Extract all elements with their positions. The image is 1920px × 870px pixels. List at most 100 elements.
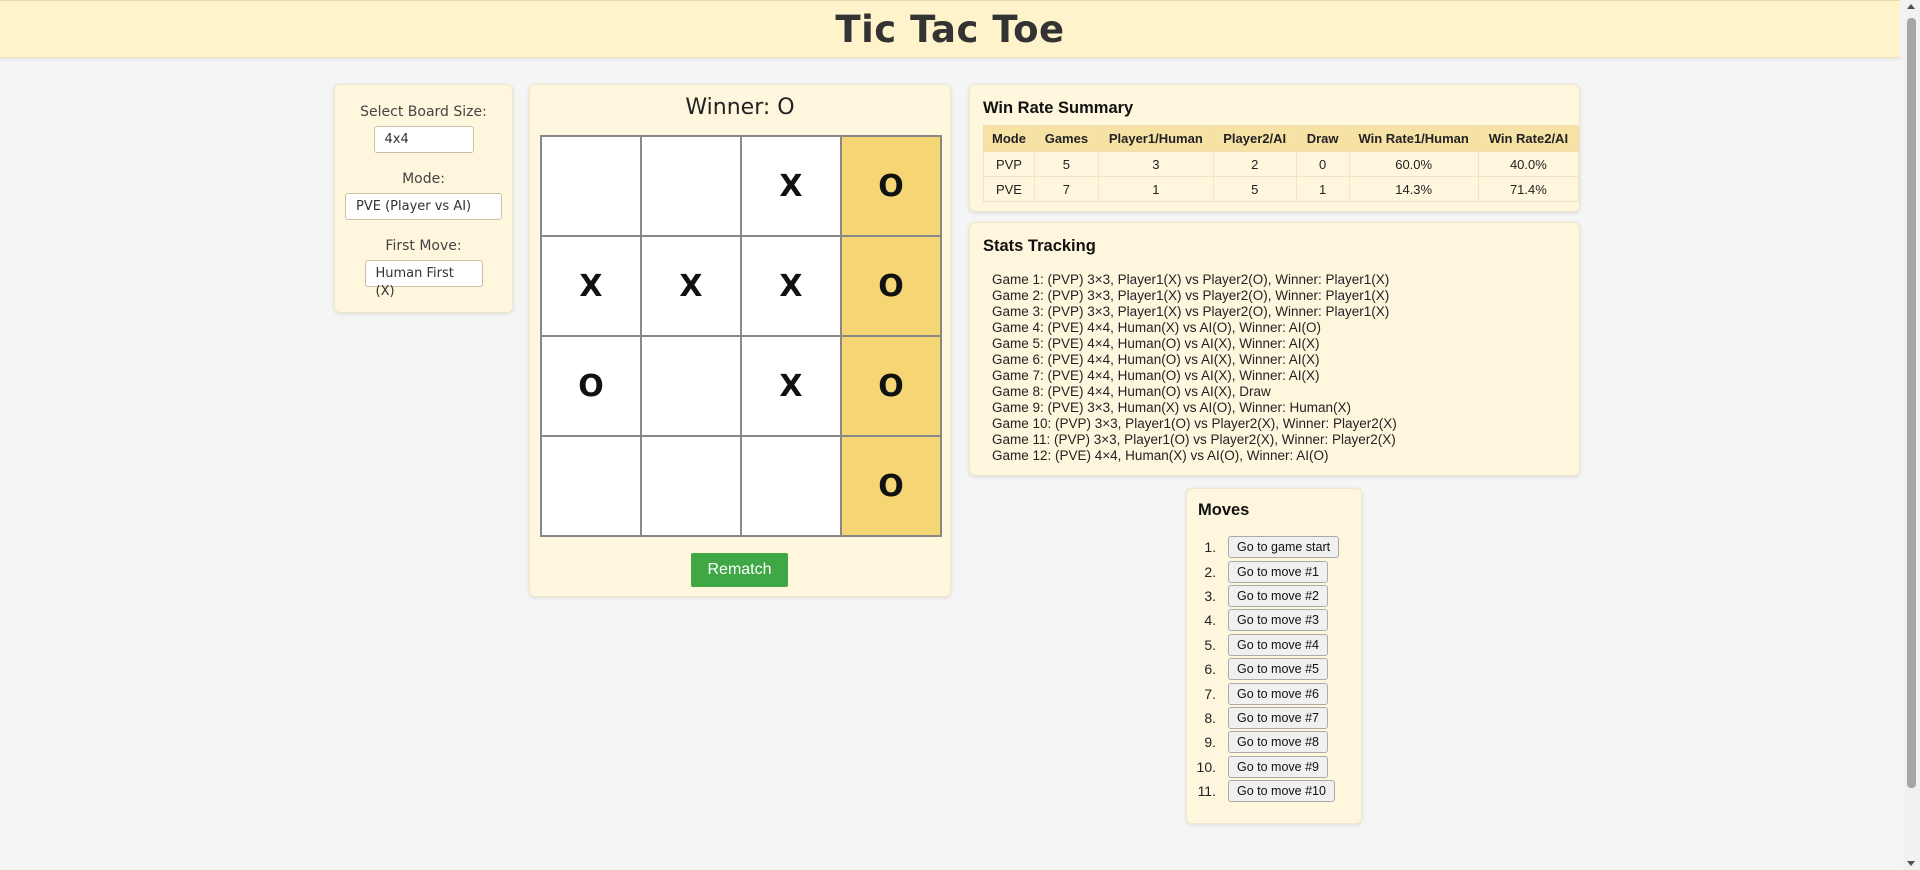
scroll-up-arrow-icon[interactable] [1907,4,1915,9]
moves-title: Moves [1198,501,1250,519]
board-cell[interactable]: O [841,336,941,436]
first-move-label: First Move: [385,238,462,254]
go-to-move-button[interactable]: Go to move #5 [1228,658,1328,681]
board-cell[interactable] [541,436,641,536]
move-item: 10. Go to move #9 [1187,755,1361,779]
list-item: Game 6: (PVE) 4×4, Human(O) vs AI(X), Wi… [992,352,1320,367]
move-item: 6. Go to move #5 [1187,657,1361,681]
move-number: 11. [1197,783,1216,800]
board-size-select[interactable]: 4x4 [373,126,474,153]
board-cell[interactable] [641,436,741,536]
move-number: 10. [1196,758,1216,775]
scrollbar-thumb[interactable] [1907,18,1916,788]
board-cell[interactable]: O [841,136,941,236]
move-number: 8. [1204,709,1216,726]
move-number: 2. [1204,563,1216,580]
board-size-label: Select Board Size: [360,104,487,120]
board-cell[interactable] [741,436,841,536]
board-panel: Winner: O XOXXXOOXOO Rematch [529,84,951,597]
move-number: 6. [1204,661,1216,678]
list-item: Game 7: (PVE) 4×4, Human(O) vs AI(X), Wi… [992,368,1320,383]
list-item: Game 12: (PVE) 4×4, Human(X) vs AI(O), W… [992,448,1329,463]
win-rate-title: Win Rate Summary [983,99,1134,117]
board-cell[interactable]: X [641,236,741,336]
move-item: 11. Go to move #10 [1187,779,1361,803]
board-cell[interactable]: X [741,236,841,336]
move-item: 2. Go to move #1 [1187,559,1361,583]
table-cell: PVE [983,176,1035,202]
list-item: Game 8: (PVE) 4×4, Human(O) vs AI(X), Dr… [992,384,1271,399]
table-header-cell: Win Rate1/Human [1348,125,1479,152]
win-rate-panel: Win Rate Summary Mode Games Player1/Human P… [969,84,1580,212]
move-number: 5. [1204,636,1216,653]
list-item: Game 11: (PVP) 3×3, Player1(O) vs Player… [992,432,1396,447]
table-row: PVP 5 3 2 0 60.0% 40.0% [983,151,1580,177]
list-item: Game 2: (PVP) 3×3, Player1(X) vs Player2… [992,288,1390,303]
table-cell: 2 [1212,151,1297,177]
table-cell: 14.3% [1348,176,1479,202]
go-to-move-button[interactable]: Go to move #4 [1228,633,1328,656]
table-header-cell: Player1/Human [1097,125,1214,152]
move-number: 4. [1204,612,1216,629]
go-to-move-button[interactable]: Go to move #6 [1228,682,1328,705]
move-item: 3. Go to move #2 [1187,584,1361,608]
page-title: Tic Tac Toe [835,7,1065,51]
move-item: 9. Go to move #8 [1187,730,1361,754]
table-cell: 1 [1295,176,1350,202]
winner-status: Winner: O [685,95,795,120]
go-to-move-button[interactable]: Go to move #3 [1228,609,1328,632]
stats-panel: Stats Tracking Game 1: (PVP) 3×3, Player… [969,222,1580,476]
go-to-move-button[interactable]: Go to move #9 [1228,755,1328,778]
table-header-cell: Mode [983,125,1035,152]
move-number: 3. [1204,587,1216,604]
go-to-move-button[interactable]: Go to game start [1228,536,1340,559]
list-item: Game 4: (PVE) 4×4, Human(X) vs AI(O), Wi… [992,320,1321,335]
board-cell[interactable]: O [841,236,941,336]
move-item: 8. Go to move #7 [1187,706,1361,730]
first-move-select[interactable]: Human First (X) [364,260,483,299]
stats-list: Game 1: (PVP) 3×3, Player1(X) vs Player2… [992,272,1397,464]
table-cell: 7 [1033,176,1099,202]
table-header-cell: Win Rate2/AI [1477,125,1580,152]
list-item: Game 9: (PVE) 3×3, Human(X) vs AI(O), Wi… [992,400,1351,415]
page-header: Tic Tac Toe [0,0,1900,58]
list-item: Game 3: (PVP) 3×3, Player1(X) vs Player2… [992,304,1390,319]
move-number: 1. [1204,539,1216,556]
mode-label: Mode: [402,171,445,187]
board-cell[interactable]: X [541,236,641,336]
list-item: Game 10: (PVP) 3×3, Player1(O) vs Player… [992,416,1397,431]
table-cell: 71.4% [1477,176,1580,202]
table-cell: 40.0% [1477,151,1580,177]
board-cell[interactable]: X [741,136,841,236]
move-item: 5. Go to move #4 [1187,633,1361,657]
table-cell: 1 [1097,176,1214,202]
go-to-move-button[interactable]: Go to move #1 [1228,560,1328,583]
rematch-button[interactable]: Rematch [691,553,788,587]
go-to-move-button[interactable]: Go to move #8 [1228,731,1328,754]
move-item: 7. Go to move #6 [1187,681,1361,705]
board-cell[interactable]: O [541,336,641,436]
settings-panel: Select Board Size: 4x4 Mode: PVE (Player… [334,84,513,313]
vertical-scrollbar[interactable] [1903,0,1920,870]
stats-title: Stats Tracking [983,237,1096,255]
table-cell: 0 [1295,151,1350,177]
table-cell: 3 [1097,151,1214,177]
board-cell[interactable] [541,136,641,236]
go-to-move-button[interactable]: Go to move #7 [1228,706,1328,729]
board-cell[interactable]: O [841,436,941,536]
moves-panel: Moves 1. Go to game start 2. Go to move #1 3… [1186,488,1362,824]
scroll-down-arrow-icon[interactable] [1907,861,1915,866]
move-item: 4. Go to move #3 [1187,608,1361,632]
mode-select[interactable]: PVE (Player vs AI) [345,193,502,220]
board-cell[interactable] [641,336,741,436]
board-cell[interactable]: X [741,336,841,436]
move-item: 1. Go to game start [1187,535,1361,559]
win-rate-table: Mode Games Player1/Human Player2/AI Draw Win … [983,125,1580,202]
table-cell: PVP [983,151,1035,177]
table-header-cell: Games [1033,125,1099,152]
go-to-move-button[interactable]: Go to move #2 [1228,584,1328,607]
board-cell[interactable] [641,136,741,236]
table-row: PVE 7 1 5 1 14.3% 71.4% [983,176,1580,202]
go-to-move-button[interactable]: Go to move #10 [1228,780,1335,803]
table-cell: 60.0% [1348,151,1479,177]
